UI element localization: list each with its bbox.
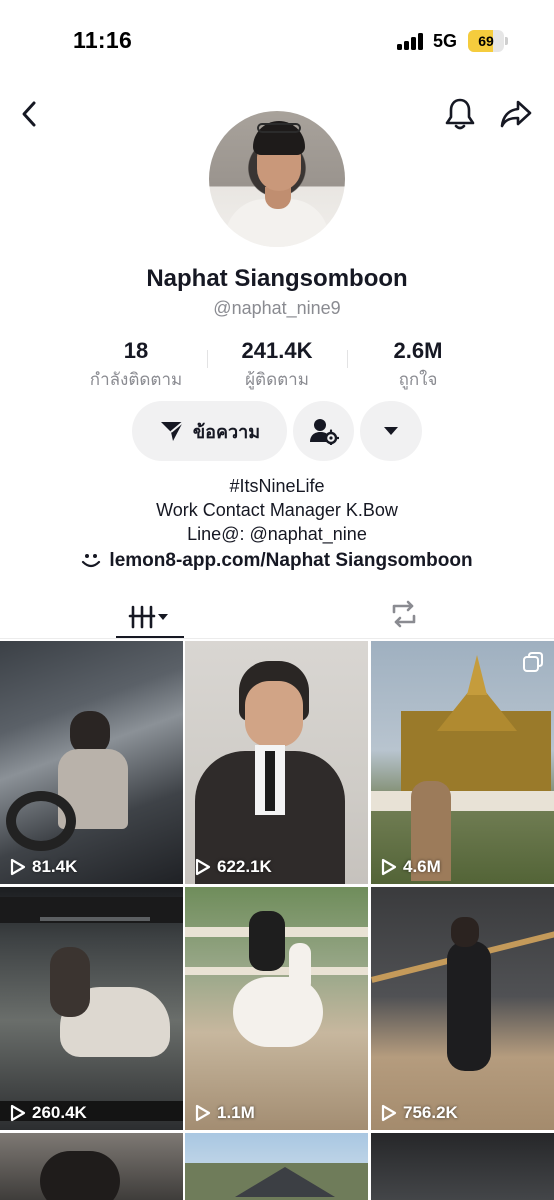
more-options-button[interactable] [360, 401, 422, 461]
bio-work-contact: Work Contact Manager K.Bow [156, 500, 398, 520]
video-tile[interactable] [0, 1133, 183, 1200]
play-icon [195, 858, 211, 876]
stat-followers-label: ผู้ติดตาม [245, 370, 309, 390]
play-icon [381, 858, 397, 876]
stat-following[interactable]: 18 กำลังติดตาม [86, 338, 186, 393]
play-icon [10, 1104, 26, 1122]
video-tile[interactable]: 4.6M [371, 641, 554, 884]
back-button[interactable] [12, 96, 48, 132]
chevron-left-icon [22, 101, 36, 127]
video-tile[interactable] [371, 1133, 554, 1200]
tabs-divider [0, 638, 554, 639]
battery-level: 69 [478, 33, 494, 49]
tab-videos[interactable] [116, 596, 184, 638]
video-views: 622.1K [217, 857, 272, 876]
stat-likes-label: ถูกใจ [398, 370, 438, 390]
friend-settings-button[interactable] [293, 401, 354, 461]
stat-likes-value: 2.6M [393, 338, 443, 363]
play-icon [10, 858, 26, 876]
battery-icon: 69 [468, 30, 508, 52]
stat-following-value: 18 [123, 338, 149, 363]
video-views: 4.6M [403, 857, 441, 876]
message-button[interactable]: ข้อความ [132, 401, 287, 461]
stat-followers[interactable]: 241.4K ผู้ติดตาม [222, 338, 332, 393]
play-icon [195, 1104, 211, 1122]
video-views: 1.1M [217, 1103, 255, 1122]
bio-line-contact: Line@: @naphat_nine [187, 524, 367, 544]
video-views: 756.2K [403, 1103, 458, 1122]
user-gear-icon [309, 419, 339, 445]
caret-down-icon [384, 427, 398, 435]
video-tile[interactable]: 1.1M [185, 887, 368, 1130]
bio-hashtag[interactable]: #ItsNineLife [0, 476, 554, 497]
play-icon [381, 1104, 397, 1122]
bell-icon [445, 98, 475, 130]
bio-link[interactable]: lemon8-app.com/Naphat Siangsomboon [0, 550, 554, 572]
video-tile[interactable]: 756.2K [371, 887, 554, 1130]
video-tile[interactable]: 81.4K [0, 641, 183, 884]
multi-image-icon [523, 652, 543, 672]
network-label: 5G [433, 31, 458, 51]
grid-icon [128, 605, 168, 629]
link-smile-icon [82, 554, 101, 568]
video-tile[interactable]: 260.4K [0, 887, 183, 1130]
video-tile[interactable]: 622.1K [185, 641, 368, 884]
video-views: 81.4K [32, 857, 78, 876]
stat-following-label: กำลังติดตาม [89, 370, 183, 390]
stat-divider [207, 350, 208, 368]
send-icon [160, 421, 184, 441]
signal-icon [397, 32, 425, 50]
status-bar: 11:16 5G 69 [0, 0, 554, 82]
repost-icon [392, 600, 416, 628]
stat-likes[interactable]: 2.6M ถูกใจ [368, 338, 468, 393]
stat-followers-value: 241.4K [241, 338, 313, 363]
tab-reposts[interactable] [384, 596, 424, 632]
display-name: Naphat Siangsomboon [146, 265, 408, 292]
share-button[interactable] [498, 96, 534, 132]
username: @naphat_nine9 [213, 298, 341, 318]
video-tile[interactable] [185, 1133, 368, 1200]
status-time: 11:16 [73, 27, 133, 53]
bio-link-text: lemon8-app.com/Naphat Siangsomboon [109, 550, 473, 571]
video-views: 260.4K [32, 1103, 87, 1122]
stat-divider [347, 350, 348, 368]
notifications-button[interactable] [442, 96, 478, 132]
message-button-label: ข้อความ [192, 421, 261, 443]
share-arrow-icon [500, 100, 532, 128]
avatar[interactable] [209, 111, 345, 247]
